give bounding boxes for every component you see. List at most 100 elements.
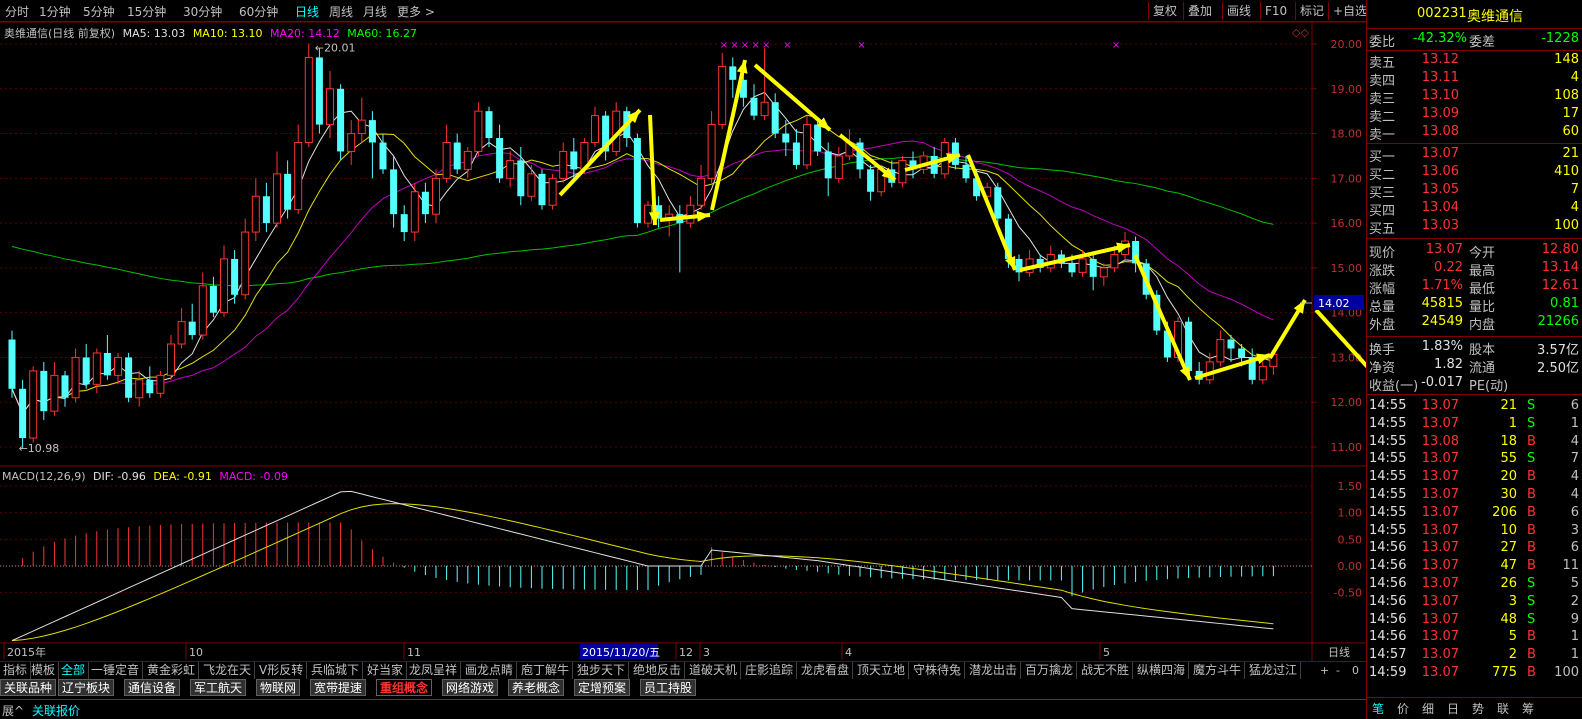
indicator-tab-14[interactable]: 道破天机 [686, 662, 742, 679]
trade-price: 13.07 [1421, 611, 1459, 627]
stat2-label2: PE(动) [1469, 379, 1509, 394]
trade-vol: 3 [1508, 593, 1517, 609]
trade-price: 13.07 [1421, 469, 1459, 485]
toolbar-btn-3[interactable]: F10 [1260, 2, 1291, 20]
sector-tab-2[interactable]: 通信设备 [124, 679, 181, 696]
indicator-tabs: 指标 模板 全部 一锤定音 黄金彩虹 飞龙在天 V形反转 兵临城下 好当家 龙凤呈祥 画龙点睛 庖丁解… [0, 661, 1366, 679]
bid-price: 13.04 [1421, 200, 1459, 215]
indicator-tab-0[interactable]: 指标 [0, 662, 32, 679]
period-tab-5[interactable]: 60分钟 [239, 3, 278, 20]
chart-canvas[interactable]: 20.0019.0018.0017.0016.0015.0014.0013.00… [0, 0, 1366, 719]
sector-tab-8[interactable]: 养老概念 [508, 679, 565, 696]
toolbar-btn-4[interactable]: 标记 [1295, 2, 1328, 20]
indicator-tab-19[interactable]: 潜龙出击 [966, 662, 1022, 679]
trade-count: 4 [1570, 433, 1579, 449]
period-tab-7[interactable]: 周线 [329, 3, 353, 20]
candle-body-down [729, 66, 737, 80]
quote-tab-4[interactable]: 势 [1472, 700, 1484, 717]
sector-tab-10[interactable]: 员工持股 [640, 679, 697, 696]
period-tab-9[interactable]: 更多 > [397, 3, 435, 20]
indicator-tab-16[interactable]: 龙虎看盘 [798, 662, 854, 679]
period-tab-1[interactable]: 1分钟 [39, 3, 71, 20]
status-related-quote[interactable]: 关联报价 [32, 702, 80, 719]
period-tab-8[interactable]: 月线 [363, 3, 387, 20]
drawn-arrow[interactable] [710, 59, 747, 211]
indicator-tab-11[interactable]: 庖丁解牛 [518, 662, 574, 679]
period-tab-3[interactable]: 15分钟 [127, 3, 166, 20]
sector-tab-6[interactable]: 重组概念 [376, 679, 433, 696]
drawn-arrow[interactable] [753, 63, 832, 132]
candle-body-down [570, 151, 578, 170]
indicator-tab-12[interactable]: 独步天下 [574, 662, 630, 679]
stock-code: 002231 [1417, 6, 1467, 21]
candle-body-up [135, 379, 144, 399]
indicator-tab-10[interactable]: 画龙点睛 [462, 662, 518, 679]
candle-body-down [962, 164, 970, 179]
sector-tab-5[interactable]: 宽带提速 [310, 679, 367, 696]
candle-body-up [591, 115, 599, 144]
sector-tab-7[interactable]: 网络游戏 [442, 679, 499, 696]
trade-row: 14:55 13.07 20 B 4 [1367, 469, 1582, 487]
indicator-tab-6[interactable]: V形反转 [256, 662, 308, 679]
candle-body-up [347, 133, 356, 152]
divider [1367, 394, 1582, 395]
trade-count: 100 [1554, 665, 1579, 680]
divider [1367, 336, 1582, 337]
quote-panel-tabs: 笔价细日势联筹 [1366, 697, 1582, 719]
indicator-tab-8[interactable]: 好当家 [364, 662, 408, 679]
indicator-tab-17[interactable]: 顶天立地 [854, 662, 910, 679]
trade-side: S [1527, 451, 1536, 467]
indicator-tab-15[interactable]: 庄影追踪 [742, 662, 798, 679]
indicator-tab-13[interactable]: 绝地反击 [630, 662, 686, 679]
bid-price: 13.05 [1421, 182, 1459, 197]
indicator-tab-3[interactable]: 一锤定音 [88, 662, 144, 679]
quote-tab-1[interactable]: 价 [1397, 700, 1409, 717]
chart-option-icon[interactable]: ◇◇ [1292, 26, 1309, 39]
macd-tick-label: 1.50 [1338, 480, 1363, 493]
indicator-tab-5[interactable]: 飞龙在天 [200, 662, 256, 679]
status-expand[interactable]: 展^ [2, 702, 24, 719]
sector-tab-4[interactable]: 物联网 [256, 679, 301, 696]
quote-tab-6[interactable]: 筹 [1522, 700, 1534, 717]
stat2-row: 净资 1.82 流通 2.50亿 [1367, 357, 1582, 376]
quote-tab-5[interactable]: 联 [1497, 700, 1509, 717]
indicator-tab-22[interactable]: 纵横四海 [1134, 662, 1190, 679]
date-label: 12 [679, 646, 693, 659]
sector-tab-0[interactable]: 关联品种 [0, 679, 57, 696]
candle-body-up [527, 173, 536, 197]
stat2-value: 1.83% [1421, 339, 1463, 354]
candle-body-up [548, 177, 557, 206]
indicator-tab-18[interactable]: 守株待兔 [910, 662, 966, 679]
ask-label: 卖二 [1369, 110, 1396, 125]
bid-label: 买五 [1369, 222, 1396, 237]
indicator-tab-21[interactable]: 战无不胜 [1078, 662, 1134, 679]
toolbar-btn-2[interactable]: 画线 [1222, 2, 1255, 20]
quote-tab-3[interactable]: 日 [1447, 700, 1459, 717]
indicator-tab-9[interactable]: 龙凤呈祥 [406, 662, 462, 679]
sector-tab-3[interactable]: 军工航天 [190, 679, 247, 696]
event-marker: × [783, 40, 791, 51]
sector-tab-1[interactable]: 辽宁板块 [58, 679, 115, 696]
quote-tab-0[interactable]: 笔 [1372, 700, 1384, 717]
toolbar-btn-5[interactable]: +自选 [1328, 2, 1371, 20]
quote-tab-2[interactable]: 细 [1422, 700, 1434, 717]
toolbar-btn-0[interactable]: 复权 [1148, 2, 1181, 20]
indicator-tab-7[interactable]: 兵临城下 [308, 662, 364, 679]
candle-body-down [1089, 258, 1097, 277]
indicator-tab-2[interactable]: 全部 [58, 662, 90, 679]
indicator-tab-1[interactable]: 模板 [28, 662, 60, 679]
indicator-tab-20[interactable]: 百万擒龙 [1022, 662, 1078, 679]
candle-body-up [803, 124, 811, 166]
toolbar-btn-1[interactable]: 叠加 [1183, 2, 1216, 20]
period-tab-4[interactable]: 30分钟 [183, 3, 222, 20]
indicator-tab-23[interactable]: 魔方斗牛 [1190, 662, 1246, 679]
period-tab-0[interactable]: 分时 [5, 3, 29, 20]
bid-row: 买二 13.06 410 [1367, 164, 1582, 183]
indicator-tab-4[interactable]: 黄金彩虹 [144, 662, 200, 679]
drawn-arrow[interactable] [1133, 254, 1192, 381]
candle-body-down [8, 339, 16, 389]
period-tab-2[interactable]: 5分钟 [83, 3, 115, 20]
indicator-tab-24[interactable]: 猛龙过江 [1246, 662, 1302, 679]
sector-tab-9[interactable]: 定增预案 [574, 679, 631, 696]
period-tab-6[interactable]: 日线 [295, 3, 319, 20]
